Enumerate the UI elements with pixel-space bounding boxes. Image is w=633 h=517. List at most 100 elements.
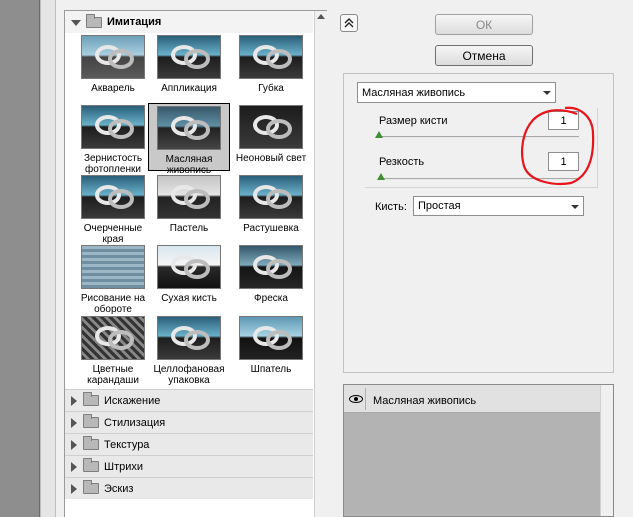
category-label: Эскиз <box>104 482 134 495</box>
filter-thumbnail[interactable]: Зернистость фотопленки <box>73 105 153 175</box>
sharpness-input[interactable] <box>548 152 579 171</box>
gallery-scrollbar[interactable] <box>314 11 327 517</box>
filter-preview-image <box>239 105 303 149</box>
category-row[interactable]: Искажение <box>65 389 313 411</box>
effect-layer-name: Масляная живопись <box>373 395 477 407</box>
folder-icon <box>83 480 99 494</box>
filter-preview-image <box>157 175 221 219</box>
preview-scrollbar[interactable] <box>40 0 56 517</box>
brush-size-slider[interactable] <box>379 136 579 138</box>
category-label: Штрихи <box>104 460 144 473</box>
filter-thumbnail[interactable]: Акварель <box>73 35 153 94</box>
category-imitation[interactable]: Имитация <box>65 11 313 33</box>
filter-thumbnail-label: Фреска <box>254 293 288 304</box>
dropdown-arrow-icon <box>571 205 579 209</box>
filter-thumbnail[interactable]: Шпатель <box>231 316 311 375</box>
filter-preview-image <box>239 35 303 79</box>
filter-preview-image <box>157 316 221 360</box>
filter-select[interactable]: Масляная живопись <box>357 82 556 103</box>
ring-shape <box>266 49 292 69</box>
ring-shape <box>266 119 292 139</box>
filter-select-value: Масляная живопись <box>362 86 466 99</box>
visibility-toggle[interactable] <box>346 388 366 410</box>
filter-preview-image <box>81 316 145 360</box>
category-row[interactable]: Эскиз <box>65 477 313 499</box>
filter-thumbnail[interactable]: Пастель <box>149 175 229 234</box>
folder-icon <box>86 13 102 28</box>
folder-icon <box>83 392 99 406</box>
filter-thumbnail[interactable]: Цветные карандаши <box>73 316 153 386</box>
category-row[interactable]: Текстура <box>65 433 313 455</box>
filter-thumbnail[interactable]: Губка <box>231 35 311 94</box>
filter-thumbnail[interactable]: Сухая кисть <box>149 245 229 304</box>
eye-icon <box>348 395 363 403</box>
ring-shape <box>184 259 210 279</box>
filter-thumbnail[interactable]: Целлофановая упаковка <box>149 316 229 386</box>
preview-canvas[interactable] <box>0 0 40 517</box>
chevron-right-icon <box>71 439 77 450</box>
ring-shape <box>266 330 292 350</box>
sharpness-label: Резкость <box>379 156 425 168</box>
filter-thumbnail[interactable]: Очерченные края <box>73 175 153 245</box>
ring-shape <box>108 189 134 209</box>
filter-thumbnail-label: Рисование на обороте <box>80 293 146 315</box>
filter-preview-image <box>239 245 303 289</box>
filter-thumbnail[interactable]: Масляная живопись <box>148 103 230 176</box>
ring-shape <box>184 120 210 140</box>
filter-thumbnail-label: Губка <box>258 83 284 94</box>
category-row[interactable]: Стилизация <box>65 411 313 433</box>
chevron-right-icon <box>71 483 77 494</box>
category-label: Стилизация <box>104 416 166 429</box>
filter-thumbnail-label: Аппликация <box>161 83 217 94</box>
category-label: Имитация <box>107 16 162 28</box>
ring-shape <box>266 189 292 209</box>
ring-shape <box>108 330 134 350</box>
filter-thumbnail[interactable]: Аппликация <box>149 35 229 94</box>
brush-size-label: Размер кисти <box>379 115 448 127</box>
filter-thumbnail-label: Масляная живопись <box>165 154 213 176</box>
filter-gallery: Имитация Акварель Аппликация Губка Зернисто… <box>64 10 327 517</box>
filter-thumbnail-label: Очерченные края <box>83 223 143 245</box>
filter-preview-image <box>81 175 145 219</box>
brush-type-label: Кисть: <box>375 201 407 213</box>
category-row[interactable]: Штрихи <box>65 455 313 477</box>
filter-thumbnail-label: Сухая кисть <box>161 293 217 304</box>
filter-thumbnail-label: Акварель <box>91 83 135 94</box>
filter-preview-image <box>239 175 303 219</box>
scroll-up-icon[interactable] <box>317 13 325 21</box>
filter-preview-image <box>81 105 145 149</box>
category-label: Текстура <box>104 438 150 451</box>
brush-size-slider-thumb[interactable] <box>375 131 383 138</box>
double-chevron-up-icon <box>344 18 354 28</box>
filter-thumbnail[interactable]: Фреска <box>231 245 311 304</box>
filter-preview-image <box>239 316 303 360</box>
chevron-right-icon <box>71 417 77 428</box>
filter-thumbnail[interactable]: Рисование на обороте <box>73 245 153 315</box>
brush-size-input[interactable] <box>548 111 579 130</box>
ring-shape <box>108 119 134 139</box>
cancel-button[interactable]: Отмена <box>435 45 533 66</box>
filter-thumbnail-label: Неоновый свет <box>235 153 307 164</box>
brush-type-value: Простая <box>418 200 461 212</box>
ring-shape <box>184 330 210 350</box>
filter-preview-image <box>157 35 221 79</box>
folder-icon <box>83 458 99 472</box>
ok-button[interactable]: ОК <box>435 14 533 35</box>
filter-thumbnail-label: Растушевка <box>243 223 299 234</box>
ring-shape <box>108 49 134 69</box>
sharpness-slider[interactable] <box>379 178 579 180</box>
collapse-gallery-button[interactable] <box>340 14 358 32</box>
chevron-down-icon <box>71 20 81 26</box>
ring-shape <box>184 49 210 69</box>
filter-thumbnail[interactable]: Неоновый свет <box>231 105 311 164</box>
ring-shape <box>184 189 210 209</box>
filter-thumbnail-label: Пастель <box>169 223 209 234</box>
filter-preview-image <box>157 106 221 150</box>
folder-icon <box>83 436 99 450</box>
brush-type-select[interactable]: Простая <box>413 196 584 216</box>
sharpness-slider-thumb[interactable] <box>377 173 385 180</box>
filter-thumbnail[interactable]: Растушевка <box>231 175 311 234</box>
layers-scrollbar[interactable] <box>600 385 613 516</box>
filter-preview-image <box>81 35 145 79</box>
filter-preview-image <box>81 245 145 289</box>
